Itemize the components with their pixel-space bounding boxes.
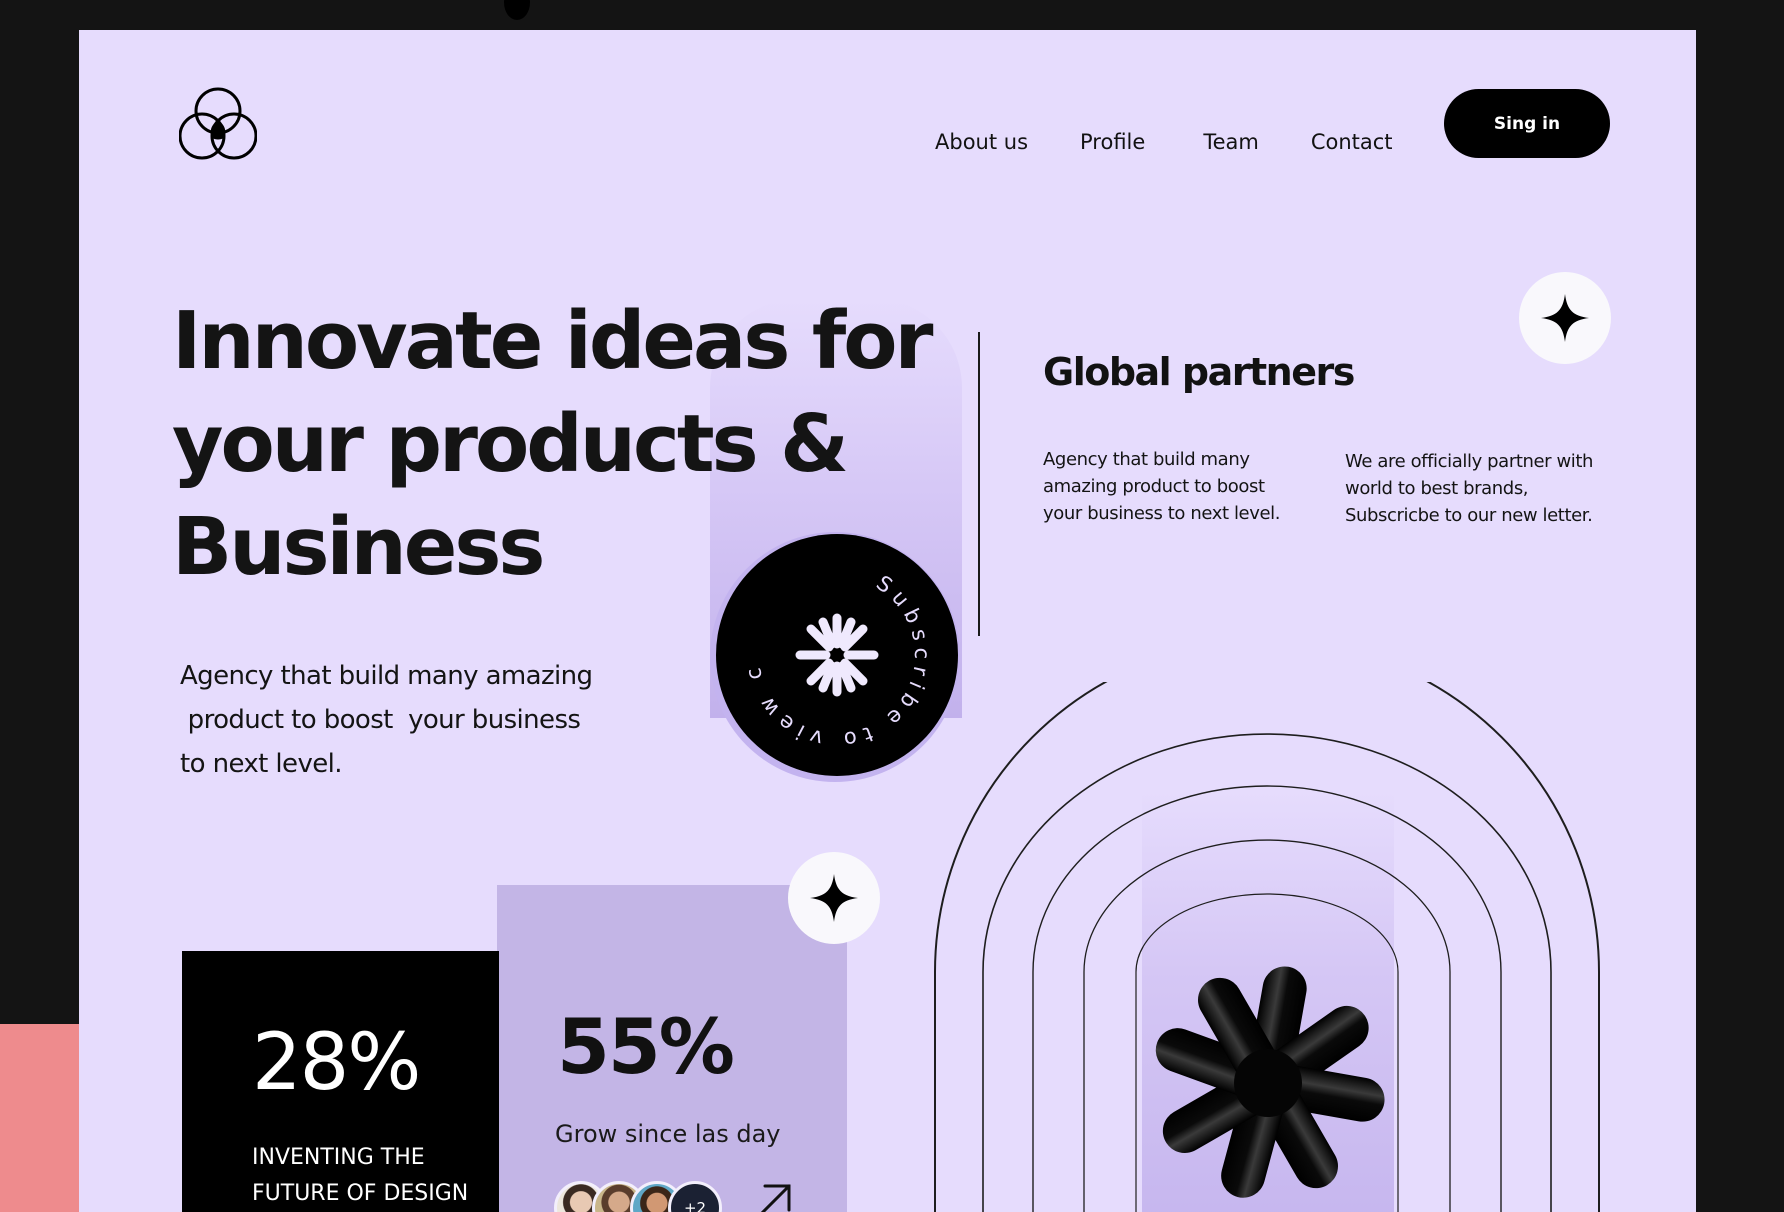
nav-about-us[interactable]: About us [935,130,1028,154]
divider [978,332,980,636]
hero-description: Agency that build many amazing product t… [180,654,620,786]
landing-page: About us Profile Team Contact Sing in In… [79,30,1696,1212]
star-button[interactable] [788,852,880,944]
stat-label: INVENTING THE FUTURE OF DESIGN [252,1145,469,1206]
stat-label: Grow since las day [555,1120,781,1148]
nav-contact[interactable]: Contact [1311,130,1393,154]
stat-value: 28% [252,1018,421,1108]
hero-description-line: product to boost your business [180,705,581,735]
avatar-more-count: +2 [668,1181,722,1212]
pin-decoration [504,0,530,20]
asterisk-icon [795,613,879,697]
asterisk-3d-icon [1155,966,1385,1198]
badge-graphic: Subscribe to view collections [706,515,928,752]
four-point-star-icon [810,874,858,922]
partners-text-right: We are officially partner with world to … [1345,451,1594,526]
avatar-group[interactable]: +2 [554,1181,734,1212]
nav-team[interactable]: Team [1203,130,1259,154]
partners-title: Global partners [1043,350,1355,394]
nav-profile[interactable]: Profile [1080,130,1145,154]
star-button[interactable] [1519,272,1611,364]
sign-in-button[interactable]: Sing in [1444,89,1610,158]
hero-description-line: to next level. [180,749,343,779]
hero-description-line: Agency that build many amazing [180,661,593,691]
stat-value: 55% [557,1002,735,1091]
hero-title-line: your products & [172,398,849,490]
hero-title-line: Innovate ideas for [172,295,933,387]
hero-title-line: Business [172,501,545,593]
subscribe-badge[interactable]: Subscribe to view collections [706,515,960,782]
main-nav: About us Profile Team Contact [935,108,1445,176]
subscribe-badge-circle: Subscribe to view collections [706,515,958,776]
arrow-up-right-icon[interactable] [751,1180,795,1212]
four-point-star-icon [1541,294,1589,342]
logo-rings-icon[interactable] [179,86,257,162]
partners-text-left: Agency that build many amazing product t… [1043,449,1281,524]
